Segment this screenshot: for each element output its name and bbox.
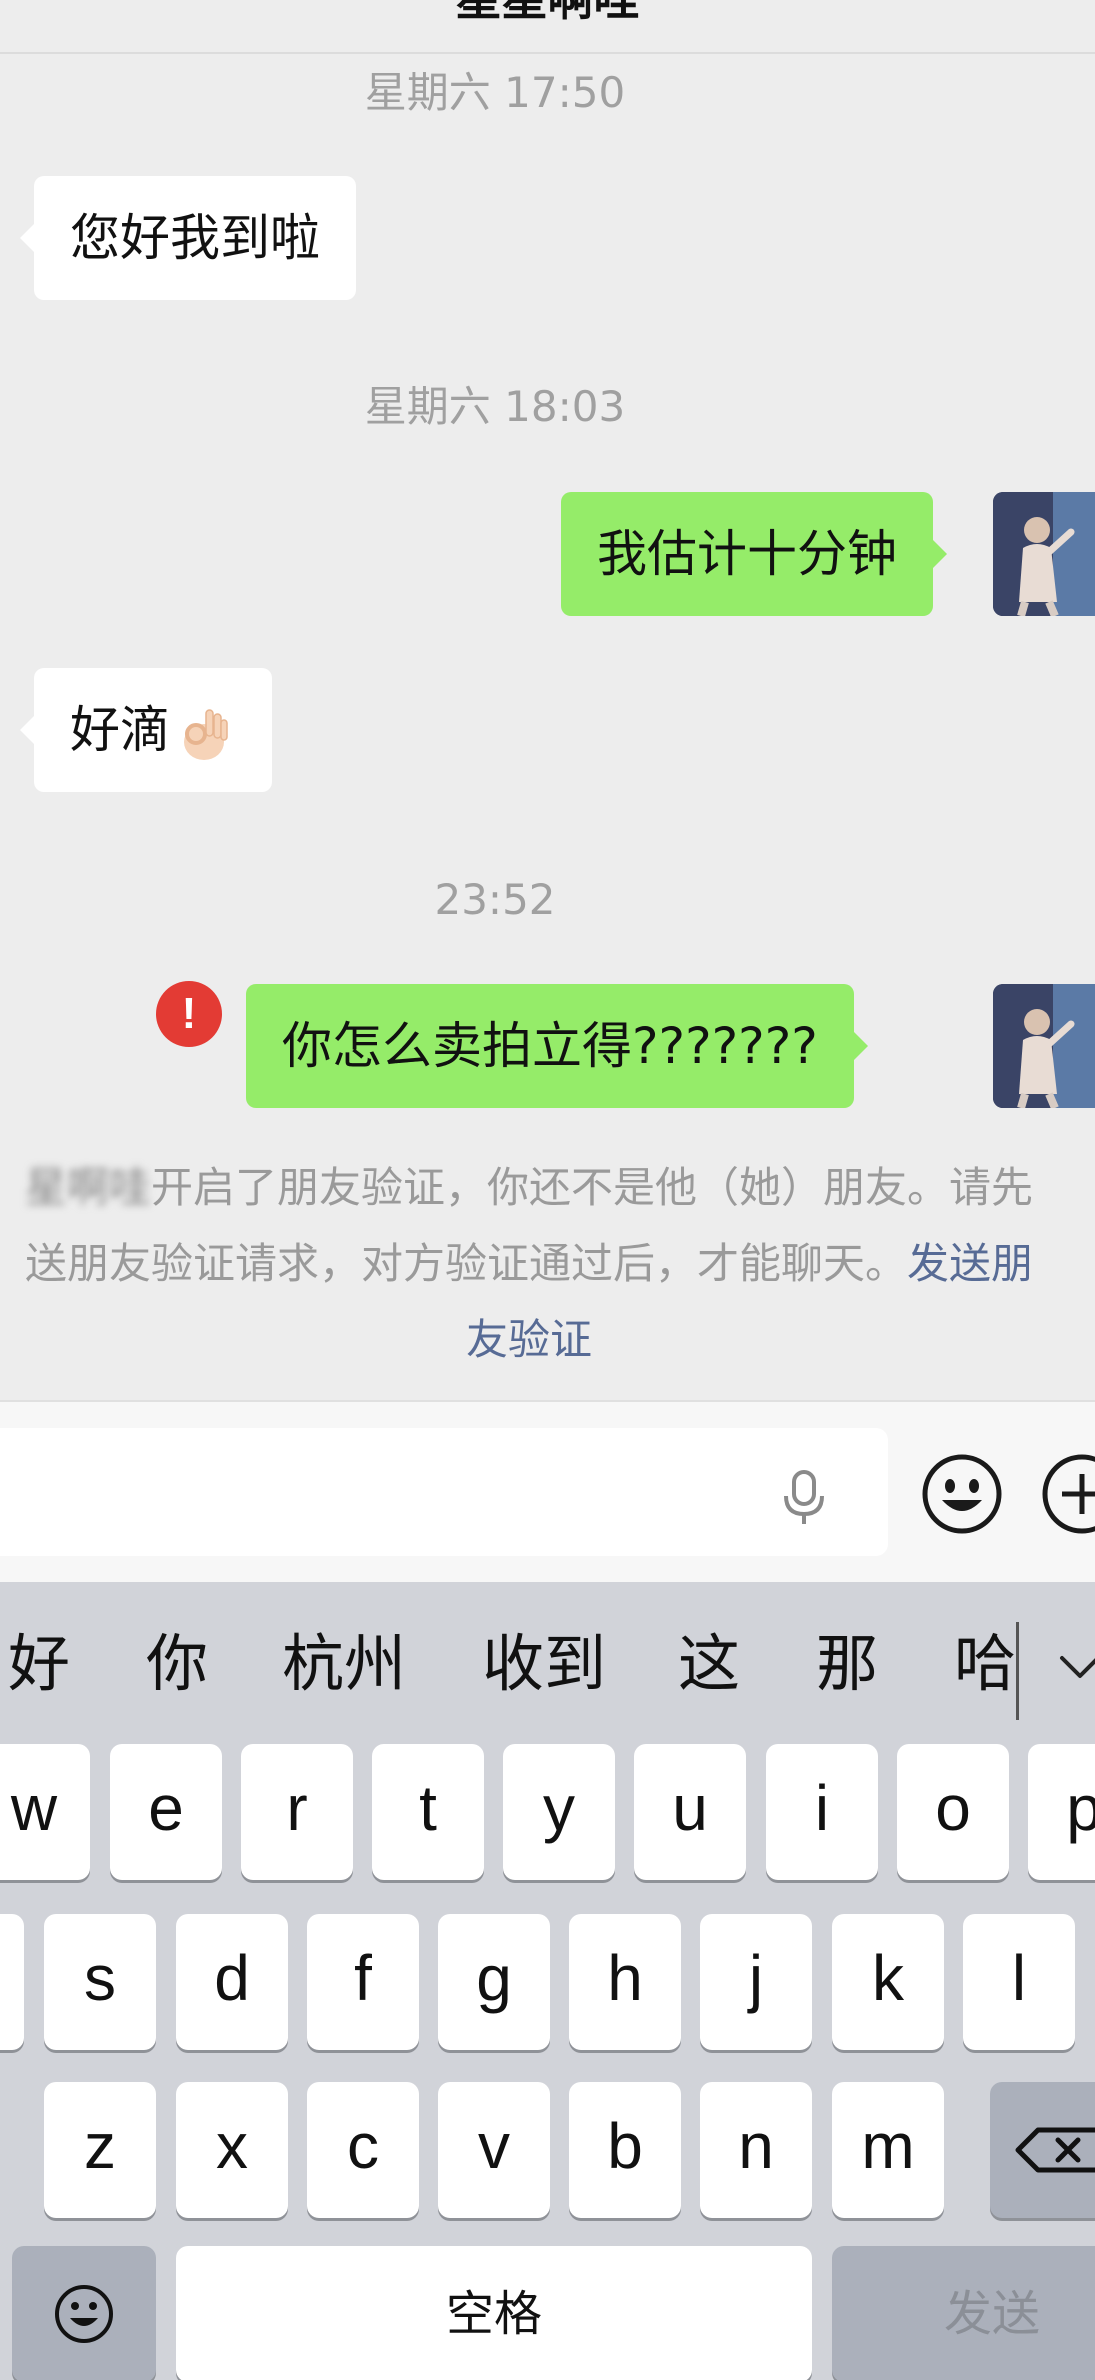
chat-input-bar <box>0 1400 1095 1582</box>
candidate-word[interactable]: 收到 <box>482 1624 606 1704</box>
candidate-word[interactable]: 好 <box>8 1624 70 1704</box>
key-w[interactable]: w <box>0 1744 90 1880</box>
key-e[interactable]: e <box>110 1744 222 1880</box>
key-h[interactable]: h <box>569 1914 681 2050</box>
key-b[interactable]: b <box>569 2082 681 2218</box>
key-j[interactable]: j <box>700 1914 812 2050</box>
key-s[interactable]: s <box>44 1914 156 2050</box>
key-t[interactable]: t <box>372 1744 484 1880</box>
chat-screen: 星星啊哇 星期六 17:50 您好我到啦 星期六 18:03 我估计十分钟 好滴… <box>0 0 1095 2380</box>
message-timestamp: 星期六 17:50 <box>364 68 626 117</box>
send-failed-icon[interactable]: ! <box>156 981 222 1047</box>
outgoing-message-bubble[interactable]: 我估计十分钟 <box>561 492 947 616</box>
key-n[interactable]: n <box>700 2082 812 2218</box>
key-u[interactable]: u <box>634 1744 746 1880</box>
key-m[interactable]: m <box>832 2082 944 2218</box>
smiley-icon <box>55 2285 113 2343</box>
chevron-down-icon[interactable] <box>1058 1652 1095 1682</box>
notice-text: 送朋友验证请求，对方验证通过后，才能聊天。 <box>24 1239 907 1288</box>
smiley-icon[interactable] <box>920 1452 1004 1536</box>
avatar-image <box>993 492 1095 616</box>
chat-title: 星星啊哇 <box>0 0 1095 24</box>
candidate-word[interactable]: 这 <box>678 1624 740 1704</box>
incoming-message-bubble[interactable]: 您好我到啦 <box>20 176 356 300</box>
notice-text: 开启了朋友验证，你还不是他（她）朋友。请先 <box>151 1163 1034 1212</box>
send-verification-link[interactable]: 发送朋 <box>907 1239 1033 1288</box>
key-p[interactable]: p <box>1028 1744 1095 1880</box>
key-a[interactable]: a <box>0 1914 24 2050</box>
candidate-word[interactable]: 那 <box>816 1624 878 1704</box>
key-z[interactable]: z <box>44 2082 156 2218</box>
my-avatar[interactable] <box>993 984 1095 1108</box>
microphone-icon[interactable] <box>780 1468 828 1528</box>
message-text: 我估计十分钟 <box>597 525 897 583</box>
message-text: 你怎么卖拍立得??????? <box>282 1017 818 1075</box>
candidate-word[interactable]: 哈 <box>954 1624 1016 1704</box>
key-r[interactable]: r <box>241 1744 353 1880</box>
blurred-contact-name: 星啊哇 <box>24 1163 151 1212</box>
key-v[interactable]: v <box>438 2082 550 2218</box>
send-key[interactable]: 发送 <box>832 2246 1095 2380</box>
candidate-bar: 好 你 杭州 收到 这 那 哈 <box>0 1582 1095 1742</box>
space-key[interactable]: 空格 <box>176 2246 812 2380</box>
key-k[interactable]: k <box>832 1914 944 2050</box>
key-g[interactable]: g <box>438 1914 550 2050</box>
my-avatar[interactable] <box>993 492 1095 616</box>
avatar-image <box>993 984 1095 1108</box>
message-text: 好滴 <box>70 701 170 759</box>
incoming-message-bubble[interactable]: 好滴 <box>20 668 272 792</box>
key-o[interactable]: o <box>897 1744 1009 1880</box>
message-timestamp: 23:52 <box>434 875 556 924</box>
key-x[interactable]: x <box>176 2082 288 2218</box>
candidate-word[interactable]: 杭州 <box>282 1624 406 1704</box>
key-f[interactable]: f <box>307 1914 419 2050</box>
key-i[interactable]: i <box>766 1744 878 1880</box>
header-divider <box>0 52 1095 54</box>
message-text: 您好我到啦 <box>70 209 320 267</box>
delete-key[interactable] <box>990 2082 1095 2218</box>
ok-hand-emoji-icon <box>184 708 228 760</box>
message-timestamp: 星期六 18:03 <box>364 382 626 431</box>
emoji-keyboard-key[interactable] <box>12 2246 156 2380</box>
keyboard: 好 你 杭州 收到 这 那 哈 w e r t y u i o p a s d … <box>0 1582 1095 2380</box>
key-l[interactable]: l <box>963 1914 1075 2050</box>
candidate-word[interactable]: 你 <box>146 1624 208 1704</box>
friend-verification-notice: 星啊哇开启了朋友验证，你还不是他（她）朋友。请先 送朋友验证请求，对方验证通过后… <box>0 1150 1074 1378</box>
message-input[interactable] <box>0 1428 888 1556</box>
backspace-icon <box>1015 2127 1095 2173</box>
key-d[interactable]: d <box>176 1914 288 2050</box>
plus-circle-icon[interactable] <box>1040 1452 1095 1536</box>
key-y[interactable]: y <box>503 1744 615 1880</box>
key-c[interactable]: c <box>307 2082 419 2218</box>
outgoing-message-bubble[interactable]: 你怎么卖拍立得??????? <box>246 984 868 1108</box>
send-verification-link[interactable]: 友验证 <box>466 1315 592 1364</box>
text-cursor <box>1016 1622 1019 1720</box>
